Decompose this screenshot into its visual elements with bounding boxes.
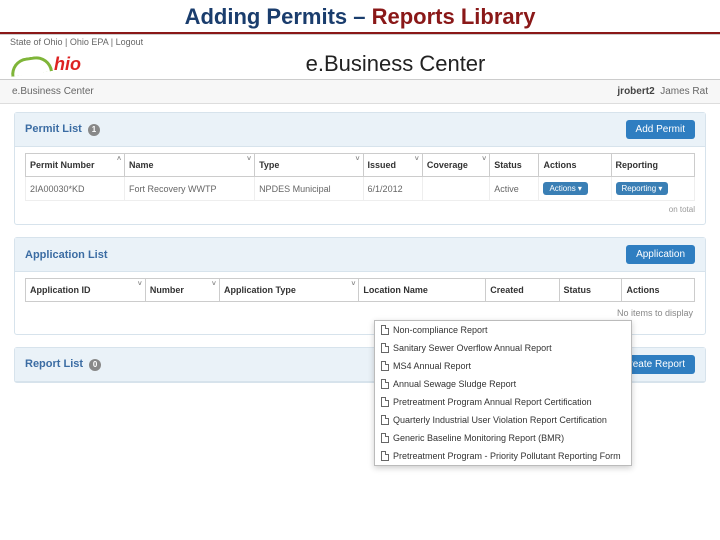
document-icon [381,397,389,407]
cell-name: Fort Recovery WWTP [125,177,255,201]
state-link[interactable]: State of Ohio [10,37,63,47]
document-icon [381,325,389,335]
permit-count-badge: 1 [88,124,100,136]
actions-dropdown-button[interactable]: Actions ▾ [543,182,587,195]
col-location[interactable]: Location Name [359,279,486,302]
col-coverage[interactable]: Coverage˅ [422,154,489,177]
sort-icon[interactable]: ˅ [351,281,355,288]
col-status[interactable]: Status [490,154,539,177]
col-created[interactable]: Created [486,279,559,302]
sort-icon[interactable]: ˄ [117,156,121,163]
col-issued[interactable]: Issued˅ [363,154,422,177]
document-icon [381,379,389,389]
reporting-menu-item[interactable]: Annual Sewage Sludge Report [375,375,631,393]
application-list-title: Application List [25,249,108,261]
reporting-menu-item[interactable]: Generic Baseline Monitoring Report (BMR) [375,429,631,447]
col-reporting: Reporting [611,154,695,177]
document-icon [381,361,389,371]
user-bar: e.Business Center jrobert2 James Rat [0,80,720,104]
menu-item-label: Pretreatment Program Annual Report Certi… [393,397,592,407]
sort-icon[interactable]: ˅ [138,281,142,288]
reporting-menu-item[interactable]: Pretreatment Program Annual Report Certi… [375,393,631,411]
logo-text: hio [54,54,81,75]
top-nav: State of Ohio | Ohio EPA | Logout [0,34,720,49]
table-footer: on total [25,201,695,214]
reporting-menu-item[interactable]: Non-compliance Report [375,321,631,339]
sort-icon[interactable]: ˅ [415,156,419,163]
app-title: e.Business Center [81,51,710,77]
permit-list-title: Permit List 1 [25,123,100,136]
reporting-dropdown-menu: Non-compliance Report Sanitary Sewer Over… [374,320,632,466]
agency-link[interactable]: Ohio EPA [70,37,108,47]
col-app-id[interactable]: Application ID˅ [26,279,146,302]
document-icon [381,343,389,353]
sort-icon[interactable]: ˅ [482,156,486,163]
reporting-menu-item[interactable]: Sanitary Sewer Overflow Annual Report [375,339,631,357]
reporting-dropdown-button[interactable]: Reporting ▾ [616,182,669,195]
menu-item-label: MS4 Annual Report [393,361,471,371]
table-row: 2IA00030*KD Fort Recovery WWTP NPDES Mun… [26,177,695,201]
application-table: Application ID˅ Number˅ Application Type… [25,278,695,302]
user-fullname: James Rat [660,86,708,97]
menu-item-label: Non-compliance Report [393,325,488,335]
username: jrobert2 [617,86,654,97]
sort-icon[interactable]: ˅ [355,156,359,163]
col-actions: Actions [539,154,611,177]
permit-list-panel: Permit List 1 Add Permit Permit Number˄ … [14,112,706,225]
document-icon [381,451,389,461]
ohio-epa-logo: hio [10,53,81,75]
menu-item-label: Pretreatment Program - Priority Pollutan… [393,451,621,461]
reporting-menu-item[interactable]: Quarterly Industrial User Violation Repo… [375,411,631,429]
cell-type: NPDES Municipal [255,177,363,201]
reporting-menu-item[interactable]: MS4 Annual Report [375,357,631,375]
breadcrumb: e.Business Center [12,86,94,97]
col-app-status[interactable]: Status [559,279,622,302]
brand-row: hio e.Business Center [0,49,720,80]
document-icon [381,433,389,443]
col-permit-number[interactable]: Permit Number˄ [26,154,125,177]
cell-status: Active [490,177,539,201]
col-app-actions: Actions [622,279,695,302]
menu-item-label: Annual Sewage Sludge Report [393,379,516,389]
cell-coverage [422,177,489,201]
sort-icon[interactable]: ˅ [212,281,216,288]
logout-link[interactable]: Logout [116,37,144,47]
menu-item-label: Quarterly Industrial User Violation Repo… [393,415,607,425]
col-type[interactable]: Type˅ [255,154,363,177]
cell-issued: 6/1/2012 [363,177,422,201]
reporting-menu-item[interactable]: Pretreatment Program - Priority Pollutan… [375,447,631,465]
document-icon [381,415,389,425]
add-permit-button[interactable]: Add Permit [626,120,695,139]
cell-permit-number: 2IA00030*KD [26,177,125,201]
menu-item-label: Sanitary Sewer Overflow Annual Report [393,343,552,353]
col-app-number[interactable]: Number˅ [145,279,219,302]
report-list-title: Report List 0 [25,358,101,371]
col-app-type[interactable]: Application Type˅ [220,279,359,302]
add-application-button[interactable]: Application [626,245,695,264]
sort-icon[interactable]: ˅ [247,156,251,163]
menu-item-label: Generic Baseline Monitoring Report (BMR) [393,433,564,443]
report-count-badge: 0 [89,359,101,371]
swoosh-icon [10,53,50,75]
slide-title: Adding Permits – Reports Library [0,0,720,34]
permit-table: Permit Number˄ Name˅ Type˅ Issued˅ Cover… [25,153,695,201]
col-name[interactable]: Name˅ [125,154,255,177]
